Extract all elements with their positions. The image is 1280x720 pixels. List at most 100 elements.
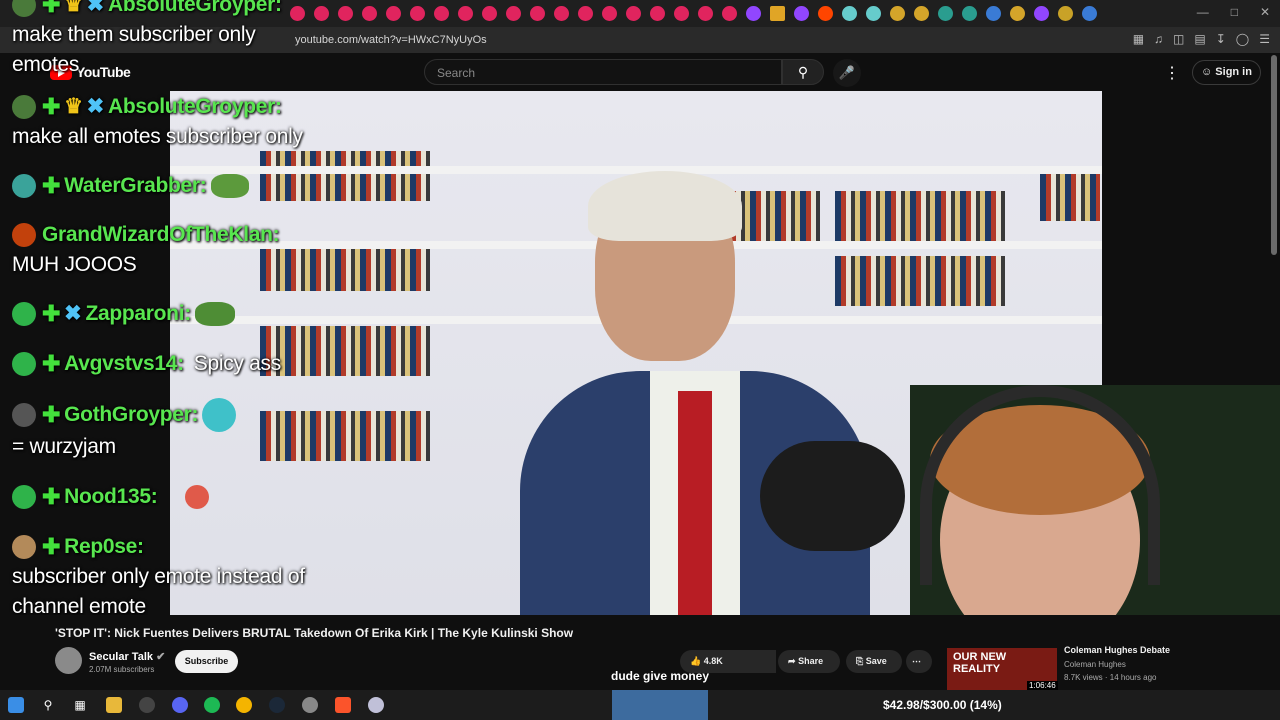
chat-message: ✚ ♛ ✖ AbsoluteGroyper: make them subscri… xyxy=(12,0,312,80)
shield-icon[interactable]: ◯ xyxy=(1236,32,1249,46)
youtube-tab-icon[interactable] xyxy=(698,6,713,21)
chat-message: GrandWizardOfTheKlan: MUH JOOOS xyxy=(12,220,280,280)
search-icon[interactable]: ⚲ xyxy=(40,697,56,713)
youtube-tab-icon[interactable] xyxy=(578,6,593,21)
headset-icon xyxy=(920,385,1160,585)
menu-icon[interactable]: ☰ xyxy=(1259,32,1270,46)
avatar-badge xyxy=(12,174,36,198)
channel-avatar[interactable] xyxy=(55,647,82,674)
avatar-badge xyxy=(12,485,36,509)
app-icon[interactable] xyxy=(302,697,318,713)
maximize-icon[interactable]: □ xyxy=(1231,5,1238,19)
youtube-tab-icon[interactable] xyxy=(530,6,545,21)
share-label: Share xyxy=(798,656,824,666)
sword-badge-icon: ✖ xyxy=(86,0,105,16)
site-tab-icon[interactable] xyxy=(938,6,953,21)
wallet-icon[interactable]: ▤ xyxy=(1194,32,1205,46)
voice-search-button[interactable]: 🎤 xyxy=(833,59,861,87)
sidebar-icon[interactable]: ◫ xyxy=(1173,32,1184,46)
search-button[interactable]: ⚲ xyxy=(782,59,824,85)
youtube-tab-icon[interactable] xyxy=(602,6,617,21)
bookmark-icon: ⎘ xyxy=(856,656,864,666)
more-icon: ⋯ xyxy=(912,656,921,666)
site-tab-icon[interactable] xyxy=(866,6,881,21)
plus-badge-icon: ✚ xyxy=(42,0,61,17)
save-button[interactable]: ⎘ Save xyxy=(846,650,902,673)
youtube-tab-icon[interactable] xyxy=(506,6,521,21)
spotify-icon[interactable] xyxy=(204,697,220,713)
download-icon[interactable]: ↧ xyxy=(1216,32,1226,46)
windows-start-icon[interactable] xyxy=(8,697,24,713)
chat-username: Nood135: xyxy=(64,485,158,508)
more-actions-button[interactable]: ⋯ xyxy=(906,650,932,673)
site-tab-icon[interactable] xyxy=(986,6,1001,21)
twitch-tab-icon[interactable] xyxy=(1034,6,1049,21)
chat-username-row: ✚ GothGroyper: xyxy=(12,398,238,432)
plus-badge-icon: ✚ xyxy=(42,173,61,198)
minimize-icon[interactable]: — xyxy=(1197,5,1209,19)
youtube-tab-icon[interactable] xyxy=(650,6,665,21)
site-tab-icon[interactable] xyxy=(1010,6,1025,21)
site-tab-icon[interactable] xyxy=(914,6,929,21)
chat-username-row: GrandWizardOfTheKlan: xyxy=(12,220,280,250)
close-icon[interactable]: ✕ xyxy=(1260,5,1270,19)
share-icon: ➦ xyxy=(788,656,796,666)
youtube-tab-icon[interactable] xyxy=(386,6,401,21)
sign-in-button[interactable]: ☺ Sign in xyxy=(1192,60,1261,85)
youtube-tab-icon[interactable] xyxy=(362,6,377,21)
k-badge-icon xyxy=(12,352,36,376)
search-input[interactable]: Search xyxy=(424,59,782,85)
obs-icon[interactable] xyxy=(139,697,155,713)
share-button[interactable]: ➦ Share xyxy=(778,650,840,673)
app-icon[interactable] xyxy=(368,697,384,713)
plus-badge-icon: ✚ xyxy=(42,534,61,559)
brave-icon[interactable] xyxy=(335,697,351,713)
chat-message: ✚ Rep0se: subscriber only emote instead … xyxy=(12,532,347,622)
like-count: 4.8K xyxy=(703,656,723,666)
youtube-tab-icon[interactable] xyxy=(722,6,737,21)
discord-icon[interactable] xyxy=(172,697,188,713)
site-tab-icon[interactable] xyxy=(1082,6,1097,21)
chat-text: make them subscriber only emotes xyxy=(12,23,256,76)
scrollbar[interactable] xyxy=(1271,55,1277,255)
folder-tab-icon[interactable] xyxy=(770,6,785,21)
thumbnail-text: OUR NEW REALITY xyxy=(953,651,1007,675)
video-info: 'STOP IT': Nick Fuentes Delivers BRUTAL … xyxy=(0,615,1280,690)
chat-username: GrandWizardOfTheKlan: xyxy=(42,223,280,246)
site-tab-icon[interactable] xyxy=(890,6,905,21)
anime-emote-icon xyxy=(202,398,237,432)
site-tab-icon[interactable] xyxy=(842,6,857,21)
recommended-title[interactable]: Coleman Hughes Debate xyxy=(1064,645,1170,655)
music-icon[interactable]: ♫ xyxy=(1154,32,1163,46)
file-explorer-icon[interactable] xyxy=(106,697,122,713)
youtube-tab-icon[interactable] xyxy=(410,6,425,21)
like-button[interactable]: 👍 4.8K xyxy=(680,650,776,673)
extensions-icon[interactable]: ▦ xyxy=(1133,32,1144,46)
chat-message: ✚ Nood135: xyxy=(12,482,211,512)
tab-strip[interactable] xyxy=(290,6,1097,21)
subscribe-button[interactable]: Subscribe xyxy=(175,650,238,673)
youtube-tab-icon[interactable] xyxy=(674,6,689,21)
twitch-tab-icon[interactable] xyxy=(746,6,761,21)
task-view-icon[interactable]: ▦ xyxy=(72,697,88,713)
steam-icon[interactable] xyxy=(269,697,285,713)
host-tie xyxy=(678,391,712,615)
chat-username: AbsoluteGroyper: xyxy=(107,0,282,16)
twitch-tab-icon[interactable] xyxy=(794,6,809,21)
channel-name[interactable]: Secular Talk ✔ xyxy=(89,650,165,663)
chat-text: MUH JOOOS xyxy=(12,253,137,276)
settings-menu-icon[interactable]: ⋮ xyxy=(1164,63,1180,83)
recommended-channel[interactable]: Coleman Hughes xyxy=(1064,660,1126,669)
site-tab-icon[interactable] xyxy=(962,6,977,21)
chrome-icon[interactable] xyxy=(236,697,252,713)
reddit-tab-icon[interactable] xyxy=(818,6,833,21)
site-tab-icon[interactable] xyxy=(1058,6,1073,21)
youtube-tab-icon[interactable] xyxy=(434,6,449,21)
youtube-tab-icon[interactable] xyxy=(458,6,473,21)
youtube-tab-icon[interactable] xyxy=(626,6,641,21)
youtube-tab-icon[interactable] xyxy=(554,6,569,21)
face-emote-icon xyxy=(185,485,210,509)
youtube-tab-icon[interactable] xyxy=(482,6,497,21)
chat-text: make all emotes subscriber only xyxy=(12,125,303,148)
chat-username: GothGroyper: xyxy=(64,403,199,426)
